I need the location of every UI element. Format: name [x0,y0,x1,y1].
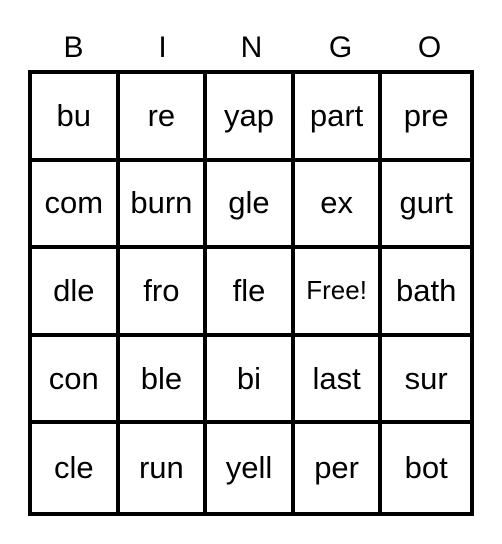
header-letter-g: G [328,31,353,64]
bingo-cell[interactable]: cle [32,424,120,512]
bingo-cell[interactable]: part [294,74,383,162]
bingo-header: B I N G O [29,28,474,70]
bingo-cell[interactable]: sur [382,337,470,425]
bingo-cell[interactable]: gurt [382,162,470,250]
bingo-cell[interactable]: dle [32,249,120,337]
header-letter-o: O [417,31,442,64]
bingo-cell[interactable]: re [119,74,208,162]
bingo-cell[interactable]: run [120,424,208,512]
bingo-grid: bu re yap part pre com burn gle ex gurt dle fro fle F… [28,70,474,516]
bingo-cell[interactable]: ex [294,161,383,250]
bingo-cell[interactable]: burn [119,161,208,250]
bingo-cell[interactable]: bi [207,336,295,425]
bingo-cell[interactable]: bot [382,424,470,512]
bingo-cell[interactable]: com [32,161,120,250]
bingo-cell[interactable]: yell [207,424,295,512]
bingo-cell[interactable]: fro [119,249,208,337]
bingo-cell[interactable]: ble [119,336,208,425]
bingo-cell[interactable]: per [295,424,383,512]
bingo-cell[interactable]: bath [382,249,470,337]
bingo-cell[interactable]: fle [207,249,295,337]
header-letter-i: I [158,31,167,64]
bingo-cell[interactable]: con [32,336,120,425]
bingo-cell[interactable]: pre [382,74,470,162]
bingo-cell[interactable]: bu [32,74,120,162]
free-space-cell[interactable]: Free! [294,249,383,337]
header-letter-n: N [240,31,263,64]
bingo-cell[interactable]: yap [207,74,295,162]
header-letter-b: B [63,31,84,64]
bingo-cell[interactable]: gle [207,161,295,250]
bingo-cell[interactable]: last [294,336,383,425]
